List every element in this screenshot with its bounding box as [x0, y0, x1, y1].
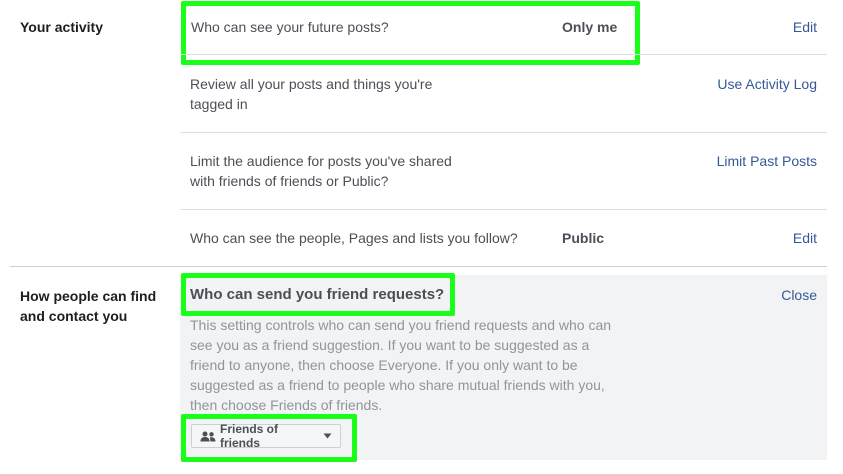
review-posts-line2: tagged in: [190, 96, 248, 112]
future-posts-highlight: [181, 1, 640, 65]
description-line: friend to anyone, then choose Everyone. …: [190, 357, 578, 373]
section-label-find-contact: How people can find and contact you: [20, 286, 156, 326]
section-divider: [10, 266, 827, 267]
row-divider: [180, 209, 827, 210]
section-label-line1: How people can find: [20, 288, 157, 304]
review-posts-line1: Review all your posts and things you're: [190, 76, 433, 92]
follow-list-label: Who can see the people, Pages and lists …: [190, 230, 518, 246]
follow-list-edit-link[interactable]: Edit: [793, 228, 817, 248]
row-divider: [180, 132, 827, 133]
friend-requests-title-highlight: [181, 273, 455, 316]
section-label-line2: and contact you: [20, 308, 128, 324]
description-line: then choose Friends of friends.: [190, 397, 383, 413]
row-divider: [180, 54, 827, 55]
limit-past-line1: Limit the audience for posts you've shar…: [190, 153, 452, 169]
future-posts-edit-link[interactable]: Edit: [793, 17, 817, 37]
friend-requests-description: This setting controls who can send you f…: [190, 315, 611, 415]
limit-past-label: Limit the audience for posts you've shar…: [190, 151, 452, 191]
limit-past-posts-link[interactable]: Limit Past Posts: [717, 151, 817, 171]
review-posts-label: Review all your posts and things you're …: [190, 74, 432, 114]
description-line: suggested as a friend to people who shar…: [190, 377, 605, 393]
description-line: see you as a friend suggestion. If you w…: [190, 337, 590, 353]
section-label-your-activity: Your activity: [20, 19, 103, 35]
limit-past-line2: with friends of friends or Public?: [190, 173, 389, 189]
friend-requests-close-link[interactable]: Close: [781, 285, 817, 305]
dropdown-highlight: [181, 414, 357, 462]
activity-log-link[interactable]: Use Activity Log: [717, 74, 817, 94]
description-line: This setting controls who can send you f…: [190, 317, 612, 333]
follow-list-value: Public: [562, 230, 605, 246]
